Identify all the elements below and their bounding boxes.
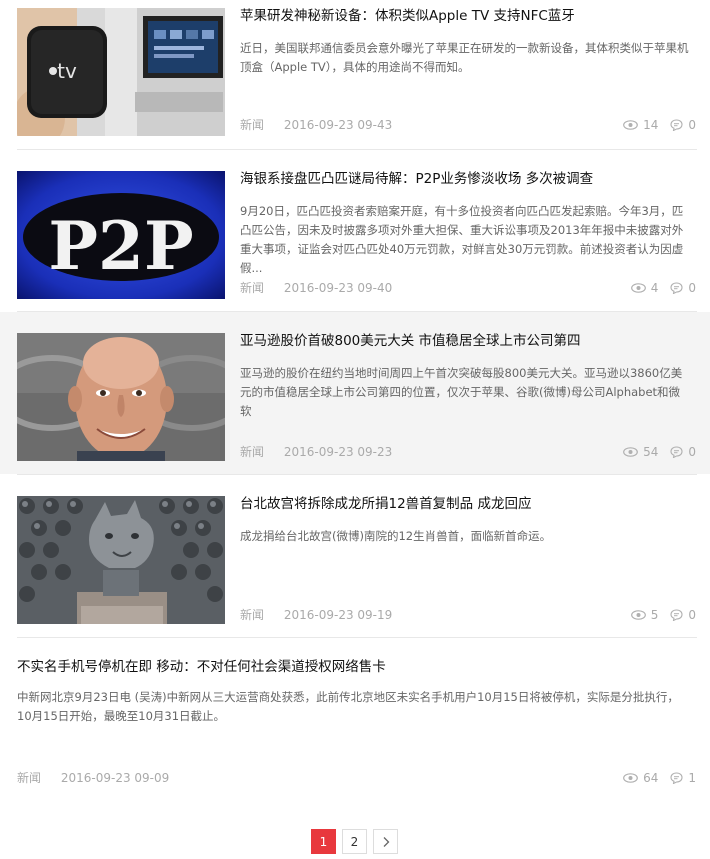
article-category[interactable]: 新闻 xyxy=(240,608,264,622)
comment-bubble-icon xyxy=(670,609,683,621)
bronze-head-image xyxy=(17,496,225,624)
comment-bubble-icon xyxy=(670,282,683,294)
article-summary: 9月20日，匹凸匹投资者索赔案开庭，有十多位投资者向匹凸匹发起索赔。今年3月，匹… xyxy=(240,204,684,275)
view-count: 54 xyxy=(623,444,658,460)
eye-icon xyxy=(623,120,638,130)
article-stats: 14 0 xyxy=(611,117,696,133)
eye-icon xyxy=(623,447,638,457)
pagination: 1 2 xyxy=(311,829,398,854)
chevron-right-icon xyxy=(383,836,389,847)
eye-icon xyxy=(630,283,646,293)
next-page-button[interactable] xyxy=(373,829,398,854)
article-date: 2016-09-23 09-19 xyxy=(283,608,393,622)
article-stats: 54 0 xyxy=(611,444,696,460)
article-stats: 4 0 xyxy=(619,280,696,296)
view-count: 64 xyxy=(623,770,658,786)
view-count-value: 14 xyxy=(643,118,659,132)
comment-count-value: 0 xyxy=(688,281,696,295)
eye-icon xyxy=(623,773,638,783)
article-date: 2016-09-23 09-40 xyxy=(283,281,393,295)
article-meta: 新闻 2016-09-23 09-43 xyxy=(240,117,392,133)
article-category[interactable]: 新闻 xyxy=(240,118,264,132)
page-2-button[interactable]: 2 xyxy=(342,829,367,854)
comment-count[interactable]: 1 xyxy=(670,770,696,786)
comment-count-value: 1 xyxy=(688,771,696,785)
comment-count-value: 0 xyxy=(688,608,696,622)
comment-count[interactable]: 0 xyxy=(670,280,696,296)
view-count-value: 64 xyxy=(643,771,659,785)
article-title[interactable]: 台北故宫将拆除成龙所捐12兽首复制品 成龙回应 xyxy=(240,495,531,513)
article-category[interactable]: 新闻 xyxy=(240,445,264,459)
view-count: 5 xyxy=(630,607,659,623)
portrait-image xyxy=(17,333,225,461)
article-item[interactable]: tv 苹果研发神秘新设备：体积类似Apple TV 支持NFC蓝牙 近日，美国联… xyxy=(0,0,710,150)
article-title[interactable]: 不实名手机号停机在即 移动：不对任何社会渠道授权网络售卡 xyxy=(17,658,386,676)
comment-count[interactable]: 0 xyxy=(670,607,696,623)
view-count-value: 5 xyxy=(650,608,659,622)
article-thumbnail[interactable] xyxy=(17,496,225,624)
view-count: 14 xyxy=(623,117,658,133)
article-item[interactable]: 不实名手机号停机在即 移动：不对任何社会渠道授权网络售卡 中新网北京9月23日电… xyxy=(0,638,710,798)
article-summary: 成龙捐给台北故宫(微博)南院的12生肖兽首，面临新首命运。 xyxy=(240,529,552,543)
article-item[interactable]: 台北故宫将拆除成龙所捐12兽首复制品 成龙回应 成龙捐给台北故宫(微博)南院的1… xyxy=(0,475,710,638)
eye-icon xyxy=(630,610,646,620)
article-date: 2016-09-23 09-43 xyxy=(283,118,393,132)
article-meta: 新闻 2016-09-23 09-09 xyxy=(17,770,169,786)
article-summary: 中新网北京9月23日电 (吴涛)中新网从三大运营商处获悉，此前传北京地区未实名手… xyxy=(17,690,679,723)
comment-bubble-icon xyxy=(670,446,683,458)
article-item[interactable]: P2P 海银系接盘匹凸匹谜局待解：P2P业务惨淡收场 多次被调查 9月20日，匹… xyxy=(0,150,710,312)
article-meta: 新闻 2016-09-23 09-19 xyxy=(240,607,392,623)
view-count: 4 xyxy=(630,280,659,296)
comment-count[interactable]: 0 xyxy=(670,117,696,133)
comment-count-value: 0 xyxy=(688,445,696,459)
p2p-image: P2P xyxy=(17,171,225,299)
view-count-value: 4 xyxy=(650,281,659,295)
article-item[interactable]: 亚马逊股价首破800美元大关 市值稳居全球上市公司第四 亚马逊的股价在纽约当地时… xyxy=(0,312,710,474)
article-thumbnail[interactable] xyxy=(17,333,225,461)
article-thumbnail[interactable]: tv xyxy=(17,8,225,136)
article-title[interactable]: 亚马逊股价首破800美元大关 市值稳居全球上市公司第四 xyxy=(240,332,581,350)
article-summary: 近日，美国联邦通信委员会意外曝光了苹果正在研发的一款新设备，其体积类似于苹果机顶… xyxy=(240,41,689,74)
view-count-value: 54 xyxy=(643,445,659,459)
p2p-logo-text: P2P xyxy=(48,207,193,285)
article-category[interactable]: 新闻 xyxy=(17,771,41,785)
apple-tv-image: tv xyxy=(17,8,225,136)
article-category[interactable]: 新闻 xyxy=(240,281,264,295)
article-meta: 新闻 2016-09-23 09-23 xyxy=(240,444,392,460)
comment-count-value: 0 xyxy=(688,118,696,132)
article-summary: 亚马逊的股价在纽约当地时间周四上午首次突破每股800美元大关。亚马逊以3860亿… xyxy=(240,366,683,418)
article-date: 2016-09-23 09-23 xyxy=(283,445,393,459)
comment-bubble-icon xyxy=(670,772,683,784)
article-thumbnail[interactable]: P2P xyxy=(17,171,225,299)
comment-bubble-icon xyxy=(670,119,683,131)
article-title[interactable]: 海银系接盘匹凸匹谜局待解：P2P业务惨淡收场 多次被调查 xyxy=(240,170,593,188)
article-meta: 新闻 2016-09-23 09-40 xyxy=(240,280,392,296)
article-stats: 5 0 xyxy=(619,607,696,623)
article-title[interactable]: 苹果研发神秘新设备：体积类似Apple TV 支持NFC蓝牙 xyxy=(240,7,575,25)
page-1-button[interactable]: 1 xyxy=(311,829,336,854)
article-date: 2016-09-23 09-09 xyxy=(60,771,170,785)
article-stats: 64 1 xyxy=(611,770,696,786)
apple-tv-logo-text: tv xyxy=(57,59,77,83)
comment-count[interactable]: 0 xyxy=(670,444,696,460)
